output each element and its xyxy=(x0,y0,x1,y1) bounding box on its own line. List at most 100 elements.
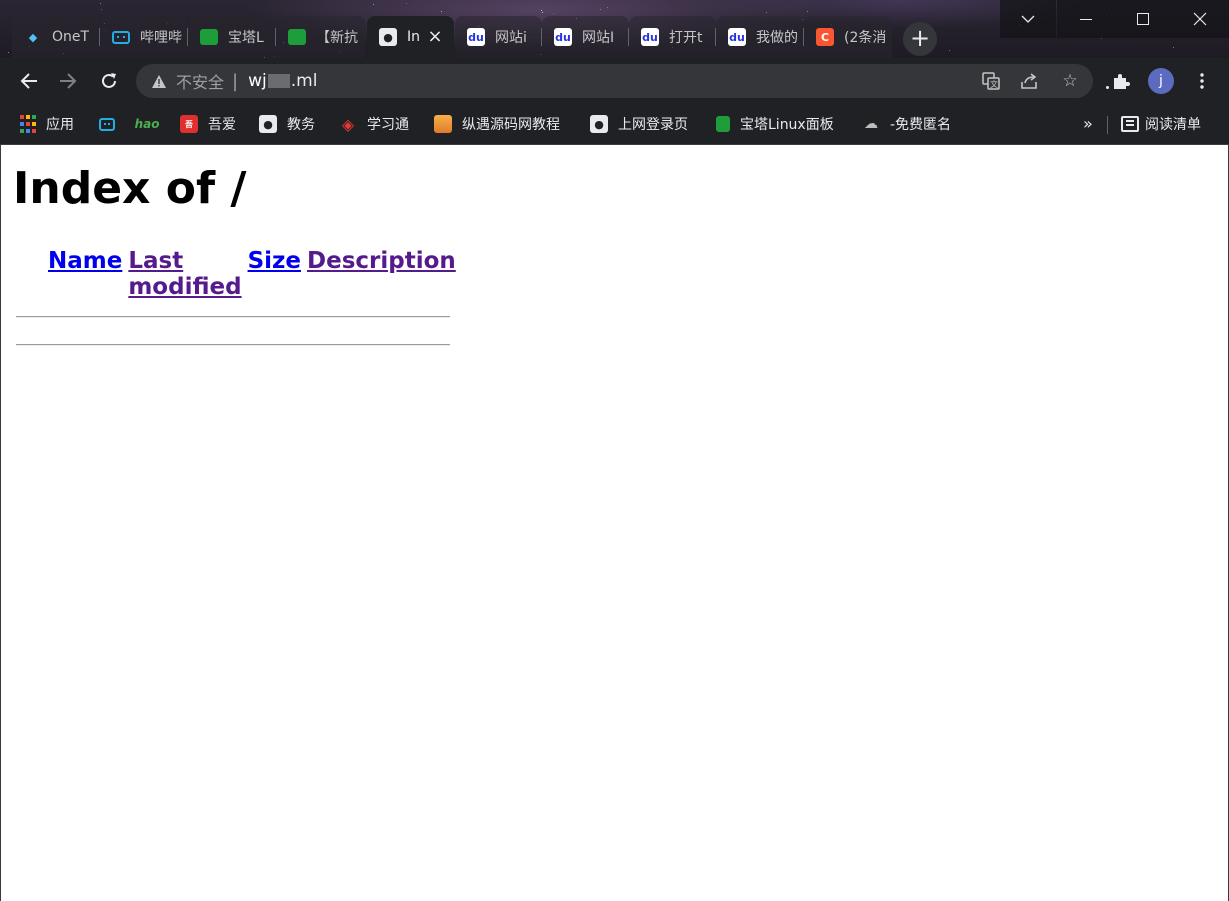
bookmarks-bar: 应用 hao 吾 吾爱 ● 教务 ◈ 学习通 纵遇源码网教程 ● 上网登录页 宝… xyxy=(0,104,1229,145)
back-button[interactable] xyxy=(14,66,44,96)
bookmark-hao123[interactable]: hao xyxy=(134,113,166,135)
star xyxy=(406,3,407,4)
close-icon xyxy=(1193,12,1207,26)
star xyxy=(542,12,543,13)
url-separator: | xyxy=(232,70,239,92)
tab-baota-2[interactable]: 【新抗 xyxy=(276,16,366,58)
diamond-icon: ◆ xyxy=(28,30,38,44)
kebab-menu-icon xyxy=(1200,73,1204,89)
maximize-button[interactable] xyxy=(1114,0,1171,38)
tab-baidu-2[interactable]: du 网站I xyxy=(542,16,629,58)
tab-title: 打开t xyxy=(669,30,703,46)
bookmark-zongyu[interactable]: 纵遇源码网教程 xyxy=(434,113,560,135)
tab-search-button[interactable] xyxy=(1000,0,1056,38)
menu-button[interactable] xyxy=(1187,66,1217,96)
baidu-icon: du xyxy=(467,28,485,46)
tab-title: 我做的 xyxy=(756,30,798,46)
back-arrow-icon xyxy=(20,73,37,89)
csdn-icon: C xyxy=(816,28,834,46)
page-title: Index of / xyxy=(13,163,247,214)
insecure-label[interactable]: 不安全 xyxy=(176,69,224,93)
puzzle-icon xyxy=(1114,74,1130,89)
bookmark-wuai[interactable]: 吾 吾爱 xyxy=(180,113,236,135)
minimize-icon xyxy=(1079,18,1092,20)
bookmark-free-anon[interactable]: ☁ -免费匿名 xyxy=(862,113,951,135)
bookmark-login-page[interactable]: ● 上网登录页 xyxy=(590,113,688,135)
new-tab-button[interactable]: + xyxy=(903,22,937,56)
tab-title: 宝塔L xyxy=(228,30,264,46)
apps-grid-icon xyxy=(20,115,36,133)
baota-icon xyxy=(716,116,730,132)
cloud-icon: ☁ xyxy=(864,116,878,132)
globe-icon: ● xyxy=(590,115,608,133)
bilibili-icon xyxy=(112,30,130,44)
xuexitong-icon: ◈ xyxy=(341,114,355,134)
tab-title: 【新抗 xyxy=(316,30,358,46)
bookmark-baota[interactable]: 宝塔Linux面板 xyxy=(716,113,834,135)
bookmark-label: 宝塔Linux面板 xyxy=(740,117,834,133)
star xyxy=(807,11,808,12)
star xyxy=(600,9,601,10)
tab-index-active[interactable]: ● In × xyxy=(367,16,454,58)
profile-avatar[interactable]: j xyxy=(1148,68,1174,94)
tab-bilibili[interactable]: 哔哩哔 xyxy=(100,16,188,58)
globe-icon: ● xyxy=(259,115,277,133)
star-icon[interactable]: ☆ xyxy=(1060,71,1080,91)
star xyxy=(766,12,767,13)
sort-by-last-modified-link[interactable]: Last modified xyxy=(128,248,241,300)
share-icon[interactable] xyxy=(1020,71,1040,91)
bilibili-icon xyxy=(99,117,115,131)
browser-chrome: ◆ OneT 哔哩哔 宝塔L 【新抗 ● In × du 网站i du 网站I … xyxy=(0,0,1229,145)
address-bar[interactable]: 不安全 | wj .ml 文 ☆ xyxy=(136,64,1093,98)
toolbar: 不安全 | wj .ml 文 ☆ j xyxy=(0,58,1229,104)
extension-indicator-dot xyxy=(1106,86,1109,89)
close-icon[interactable]: × xyxy=(426,28,444,46)
maximize-icon xyxy=(1136,13,1149,25)
star xyxy=(553,13,554,14)
reload-button[interactable] xyxy=(94,66,124,96)
translate-icon[interactable]: 文 xyxy=(981,71,1001,91)
bookmark-apps[interactable]: 应用 xyxy=(20,113,74,135)
window-close-button[interactable] xyxy=(1171,0,1229,38)
star xyxy=(373,4,374,5)
bookmark-label: -免费匿名 xyxy=(890,117,952,133)
tab-baidu-1[interactable]: du 网站i xyxy=(455,16,542,58)
divider-top xyxy=(16,316,450,318)
bookmark-label: 应用 xyxy=(46,117,74,133)
bookmark-label: 纵遇源码网教程 xyxy=(462,117,560,133)
bookmark-jiaowu[interactable]: ● 教务 xyxy=(259,113,315,135)
tab-baidu-3[interactable]: du 打开t xyxy=(629,16,716,58)
tab-strip: ◆ OneT 哔哩哔 宝塔L 【新抗 ● In × du 网站i du 网站I … xyxy=(0,16,1000,58)
star xyxy=(607,7,608,8)
warning-icon[interactable] xyxy=(150,72,168,90)
extensions-button[interactable] xyxy=(1106,66,1136,96)
more-bookmarks-button[interactable]: » xyxy=(1083,114,1093,133)
tab-baidu-4[interactable]: du 我做的 xyxy=(716,16,804,58)
divider-bottom xyxy=(16,344,450,346)
redacted-mask xyxy=(267,74,290,88)
sort-by-name-link[interactable]: Name xyxy=(48,248,122,300)
bookmark-bilibili[interactable] xyxy=(99,113,125,135)
tab-title: 网站I xyxy=(582,30,615,46)
minimize-button[interactable] xyxy=(1057,0,1114,38)
hao123-icon: hao xyxy=(134,117,160,131)
baota-icon xyxy=(200,29,218,45)
sort-by-description-link[interactable]: Description xyxy=(307,248,456,300)
column-headers: Name Last modified Size Description xyxy=(16,248,456,300)
reading-list-button[interactable]: 阅读清单 xyxy=(1121,113,1201,135)
sort-by-size-link[interactable]: Size xyxy=(248,248,301,300)
tab-baota[interactable]: 宝塔L xyxy=(188,16,276,58)
url-text[interactable]: wj .ml xyxy=(248,71,317,91)
star xyxy=(1101,38,1102,39)
tab-title: 网站i xyxy=(495,30,527,46)
forward-button[interactable] xyxy=(53,66,83,96)
tab-csdn[interactable]: C (2条消 xyxy=(804,16,892,58)
reading-list-icon xyxy=(1121,116,1139,132)
baidu-icon: du xyxy=(641,28,659,46)
zongyu-icon xyxy=(434,115,452,133)
bookmark-xuexitong[interactable]: ◈ 学习通 xyxy=(339,113,409,135)
baota-icon xyxy=(288,29,306,45)
wuai-icon: 吾 xyxy=(180,115,198,133)
window-frame-left xyxy=(0,145,1,901)
tab-onetab[interactable]: ◆ OneT xyxy=(12,16,100,58)
